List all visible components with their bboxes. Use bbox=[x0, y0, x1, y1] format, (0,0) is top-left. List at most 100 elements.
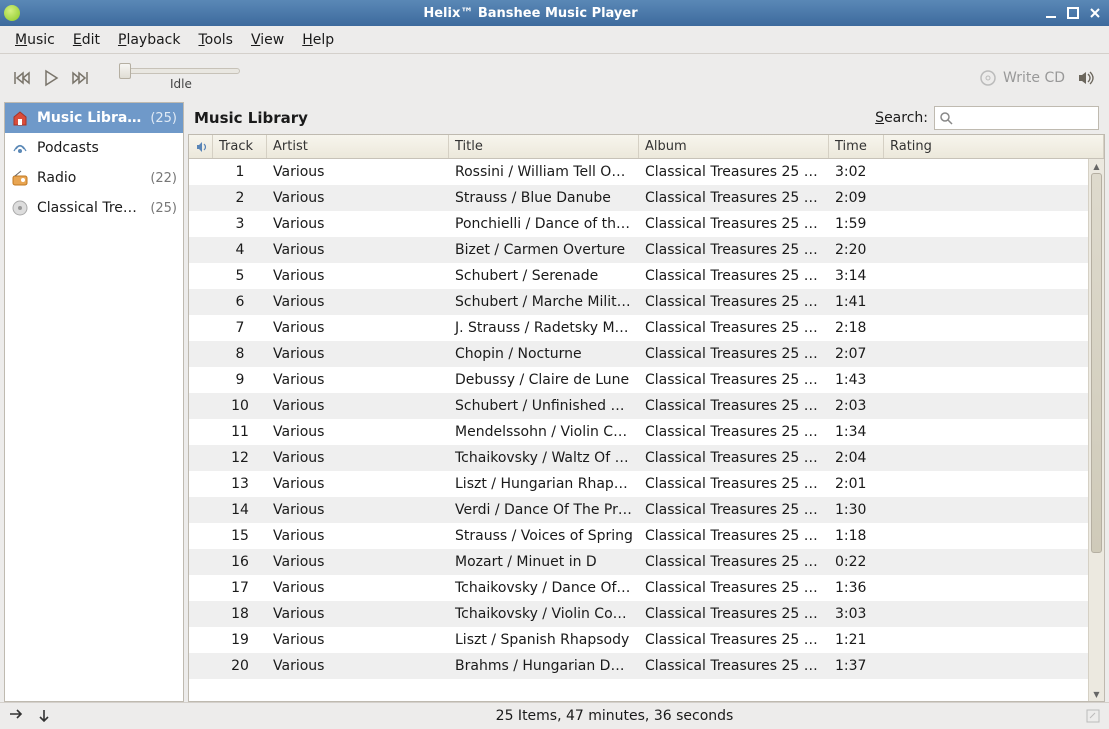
column-header-album[interactable]: Album bbox=[639, 135, 829, 158]
close-button[interactable] bbox=[1085, 4, 1105, 22]
sidebar-item-label: Radio bbox=[37, 170, 142, 186]
cell-album: Classical Treasures 25 C… bbox=[639, 658, 829, 674]
scrollbar[interactable]: ▲ ▼ bbox=[1088, 159, 1104, 701]
cell-time: 1:30 bbox=[829, 502, 884, 518]
cell-album: Classical Treasures 25 C… bbox=[639, 554, 829, 570]
cell-title: Bizet / Carmen Overture bbox=[449, 242, 639, 258]
cell-title: Liszt / Hungarian Rhapsody bbox=[449, 476, 639, 492]
track-list: Track Artist Title Album Time Rating 1 V… bbox=[188, 134, 1105, 702]
podcasts-icon bbox=[11, 139, 29, 157]
cell-title: Liszt / Spanish Rhapsody bbox=[449, 632, 639, 648]
cell-track: 13 bbox=[213, 476, 267, 492]
menu-edit[interactable]: Edit bbox=[66, 28, 107, 52]
cell-track: 20 bbox=[213, 658, 267, 674]
cell-artist: Various bbox=[267, 242, 449, 258]
table-row[interactable]: 13 Various Liszt / Hungarian Rhapsody Cl… bbox=[189, 471, 1104, 497]
status-summary: 25 Items, 47 minutes, 36 seconds bbox=[168, 708, 1061, 724]
statusbar: 25 Items, 47 minutes, 36 seconds bbox=[0, 702, 1109, 729]
column-header-playing[interactable] bbox=[189, 135, 213, 158]
cell-artist: Various bbox=[267, 372, 449, 388]
menu-playback[interactable]: Playback bbox=[111, 28, 187, 52]
table-row[interactable]: 9 Various Debussy / Claire de Lune Class… bbox=[189, 367, 1104, 393]
column-header-rating[interactable]: Rating bbox=[884, 135, 1104, 158]
cell-album: Classical Treasures 25 C… bbox=[639, 606, 829, 622]
cell-artist: Various bbox=[267, 528, 449, 544]
next-track-button[interactable] bbox=[66, 66, 92, 90]
table-row[interactable]: 17 Various Tchaikovsky / Dance Of … Clas… bbox=[189, 575, 1104, 601]
table-row[interactable]: 8 Various Chopin / Nocturne Classical Tr… bbox=[189, 341, 1104, 367]
window-title: Helix™ Banshee Music Player bbox=[20, 6, 1041, 21]
edit-icon[interactable] bbox=[1085, 708, 1101, 724]
column-header-artist[interactable]: Artist bbox=[267, 135, 449, 158]
table-row[interactable]: 5 Various Schubert / Serenade Classical … bbox=[189, 263, 1104, 289]
cell-title: Schubert / Serenade bbox=[449, 268, 639, 284]
column-header-time[interactable]: Time bbox=[829, 135, 884, 158]
seek-slider[interactable] bbox=[120, 65, 240, 75]
table-row[interactable]: 1 Various Rossini / William Tell Ove… Cl… bbox=[189, 159, 1104, 185]
prev-track-button[interactable] bbox=[10, 66, 36, 90]
table-row[interactable]: 15 Various Strauss / Voices of Spring Cl… bbox=[189, 523, 1104, 549]
sidebar-item-count: (22) bbox=[150, 171, 177, 186]
minimize-button[interactable] bbox=[1041, 4, 1061, 22]
table-row[interactable]: 4 Various Bizet / Carmen Overture Classi… bbox=[189, 237, 1104, 263]
arrow-right-icon[interactable] bbox=[8, 708, 24, 724]
maximize-button[interactable] bbox=[1063, 4, 1083, 22]
cell-title: Tchaikovsky / Waltz Of F… bbox=[449, 450, 639, 466]
table-row[interactable]: 6 Various Schubert / Marche Militaire Cl… bbox=[189, 289, 1104, 315]
cell-artist: Various bbox=[267, 632, 449, 648]
cell-album: Classical Treasures 25 C… bbox=[639, 528, 829, 544]
menu-tools[interactable]: Tools bbox=[191, 28, 240, 52]
cell-album: Classical Treasures 25 C… bbox=[639, 450, 829, 466]
sidebar-item-radio[interactable]: Radio (22) bbox=[5, 163, 183, 193]
menu-music[interactable]: Music bbox=[8, 28, 62, 52]
table-row[interactable]: 19 Various Liszt / Spanish Rhapsody Clas… bbox=[189, 627, 1104, 653]
column-header-track[interactable]: Track bbox=[213, 135, 267, 158]
table-row[interactable]: 10 Various Schubert / Unfinished Sy… Cla… bbox=[189, 393, 1104, 419]
cell-time: 3:03 bbox=[829, 606, 884, 622]
cell-time: 1:34 bbox=[829, 424, 884, 440]
toolbar: Idle Write CD bbox=[0, 54, 1109, 102]
cell-time: 0:22 bbox=[829, 554, 884, 570]
sidebar-item-classical[interactable]: Classical Trea… (25) bbox=[5, 193, 183, 223]
cell-title: Schubert / Marche Militaire bbox=[449, 294, 639, 310]
cell-album: Classical Treasures 25 C… bbox=[639, 476, 829, 492]
table-row[interactable]: 2 Various Strauss / Blue Danube Classica… bbox=[189, 185, 1104, 211]
cell-album: Classical Treasures 25 C… bbox=[639, 502, 829, 518]
cell-album: Classical Treasures 25 C… bbox=[639, 424, 829, 440]
sidebar-item-library[interactable]: Music Library (25) bbox=[5, 103, 183, 133]
play-button[interactable] bbox=[38, 66, 64, 90]
search-input[interactable] bbox=[934, 106, 1099, 130]
cell-artist: Various bbox=[267, 190, 449, 206]
cell-album: Classical Treasures 25 C… bbox=[639, 164, 829, 180]
scroll-up-icon[interactable]: ▲ bbox=[1089, 159, 1104, 173]
sidebar-item-label: Podcasts bbox=[37, 140, 169, 156]
cell-track: 12 bbox=[213, 450, 267, 466]
table-row[interactable]: 18 Various Tchaikovsky / Violin Con… Cla… bbox=[189, 601, 1104, 627]
sidebar-item-podcasts[interactable]: Podcasts bbox=[5, 133, 183, 163]
sidebar-item-count: (25) bbox=[150, 111, 177, 126]
cell-track: 9 bbox=[213, 372, 267, 388]
table-row[interactable]: 3 Various Ponchielli / Dance of the … Cl… bbox=[189, 211, 1104, 237]
menu-view[interactable]: View bbox=[244, 28, 291, 52]
cell-time: 1:21 bbox=[829, 632, 884, 648]
cell-title: Tchaikovsky / Dance Of … bbox=[449, 580, 639, 596]
arrow-down-icon[interactable] bbox=[38, 708, 50, 724]
table-row[interactable]: 11 Various Mendelssohn / Violin Con… Cla… bbox=[189, 419, 1104, 445]
table-row[interactable]: 20 Various Brahms / Hungarian Dan… Class… bbox=[189, 653, 1104, 679]
table-row[interactable]: 16 Various Mozart / Minuet in D Classica… bbox=[189, 549, 1104, 575]
table-row[interactable]: 12 Various Tchaikovsky / Waltz Of F… Cla… bbox=[189, 445, 1104, 471]
table-row[interactable]: 14 Various Verdi / Dance Of The Pri… Cla… bbox=[189, 497, 1104, 523]
table-row[interactable]: 7 Various J. Strauss / Radetsky Ma… Clas… bbox=[189, 315, 1104, 341]
cell-title: Mozart / Minuet in D bbox=[449, 554, 639, 570]
volume-button[interactable] bbox=[1073, 66, 1099, 90]
classical-icon bbox=[11, 199, 29, 217]
cell-title: Rossini / William Tell Ove… bbox=[449, 164, 639, 180]
cell-time: 2:20 bbox=[829, 242, 884, 258]
menu-help[interactable]: Help bbox=[295, 28, 341, 52]
column-header-title[interactable]: Title bbox=[449, 135, 639, 158]
scroll-down-icon[interactable]: ▼ bbox=[1089, 687, 1104, 701]
cell-time: 3:02 bbox=[829, 164, 884, 180]
scrollbar-thumb[interactable] bbox=[1091, 173, 1102, 553]
cell-track: 19 bbox=[213, 632, 267, 648]
write-cd-button[interactable]: Write CD bbox=[979, 69, 1065, 87]
